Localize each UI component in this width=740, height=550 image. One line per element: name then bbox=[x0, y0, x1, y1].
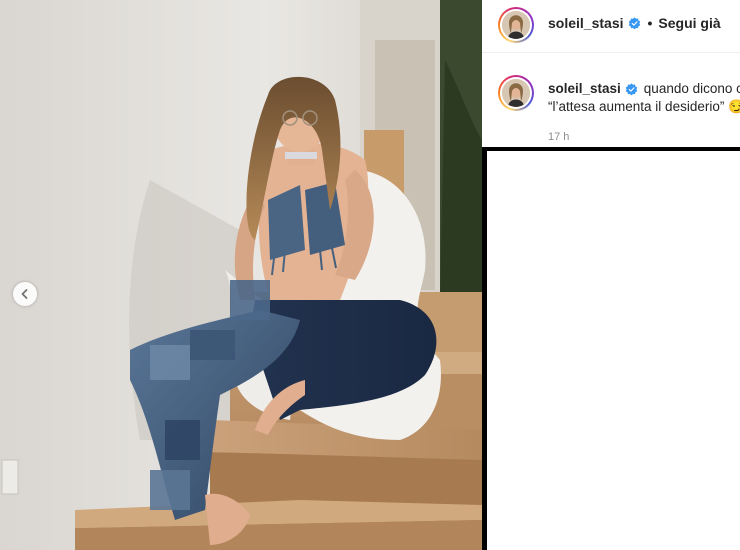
caption-text-continued: “l’attesa aumenta il desiderio” 😏 bbox=[548, 99, 740, 114]
carousel-prev-button[interactable] bbox=[13, 282, 37, 306]
avatar-photo bbox=[502, 79, 530, 107]
caption-text: quando dicono c bbox=[643, 81, 740, 96]
avatar-image bbox=[502, 11, 530, 39]
post-photo[interactable] bbox=[0, 0, 482, 550]
post-sidebar: soleil_stasi • Segui già soleil_stasi qu… bbox=[482, 0, 740, 147]
post-header: soleil_stasi • Segui già bbox=[482, 0, 740, 53]
header-user-row: soleil_stasi • Segui già bbox=[548, 15, 721, 31]
caption-avatar[interactable] bbox=[498, 75, 534, 111]
caption-username[interactable]: soleil_stasi bbox=[548, 80, 621, 98]
verified-badge-icon bbox=[628, 16, 640, 29]
following-button[interactable]: Segui già bbox=[658, 15, 720, 31]
header-username[interactable]: soleil_stasi bbox=[548, 15, 624, 31]
avatar[interactable] bbox=[498, 7, 534, 43]
avatar-ring-inner bbox=[500, 77, 532, 109]
comments-area bbox=[487, 151, 740, 550]
post-timestamp[interactable]: 17 h bbox=[548, 131, 569, 143]
instagram-post-view: soleil_stasi • Segui già soleil_stasi qu… bbox=[0, 0, 740, 550]
panel-divider bbox=[482, 147, 740, 150]
caption-line-1: soleil_stasi quando dicono c bbox=[548, 80, 740, 98]
verified-badge-icon bbox=[625, 82, 638, 95]
avatar-photo bbox=[502, 11, 530, 39]
avatar-image bbox=[502, 79, 530, 107]
header-separator: • bbox=[647, 15, 653, 31]
avatar-ring-inner bbox=[500, 9, 532, 41]
post-image bbox=[0, 0, 482, 550]
caption: soleil_stasi quando dicono c “l’attesa a… bbox=[548, 80, 740, 116]
chevron-left-icon bbox=[21, 289, 28, 299]
